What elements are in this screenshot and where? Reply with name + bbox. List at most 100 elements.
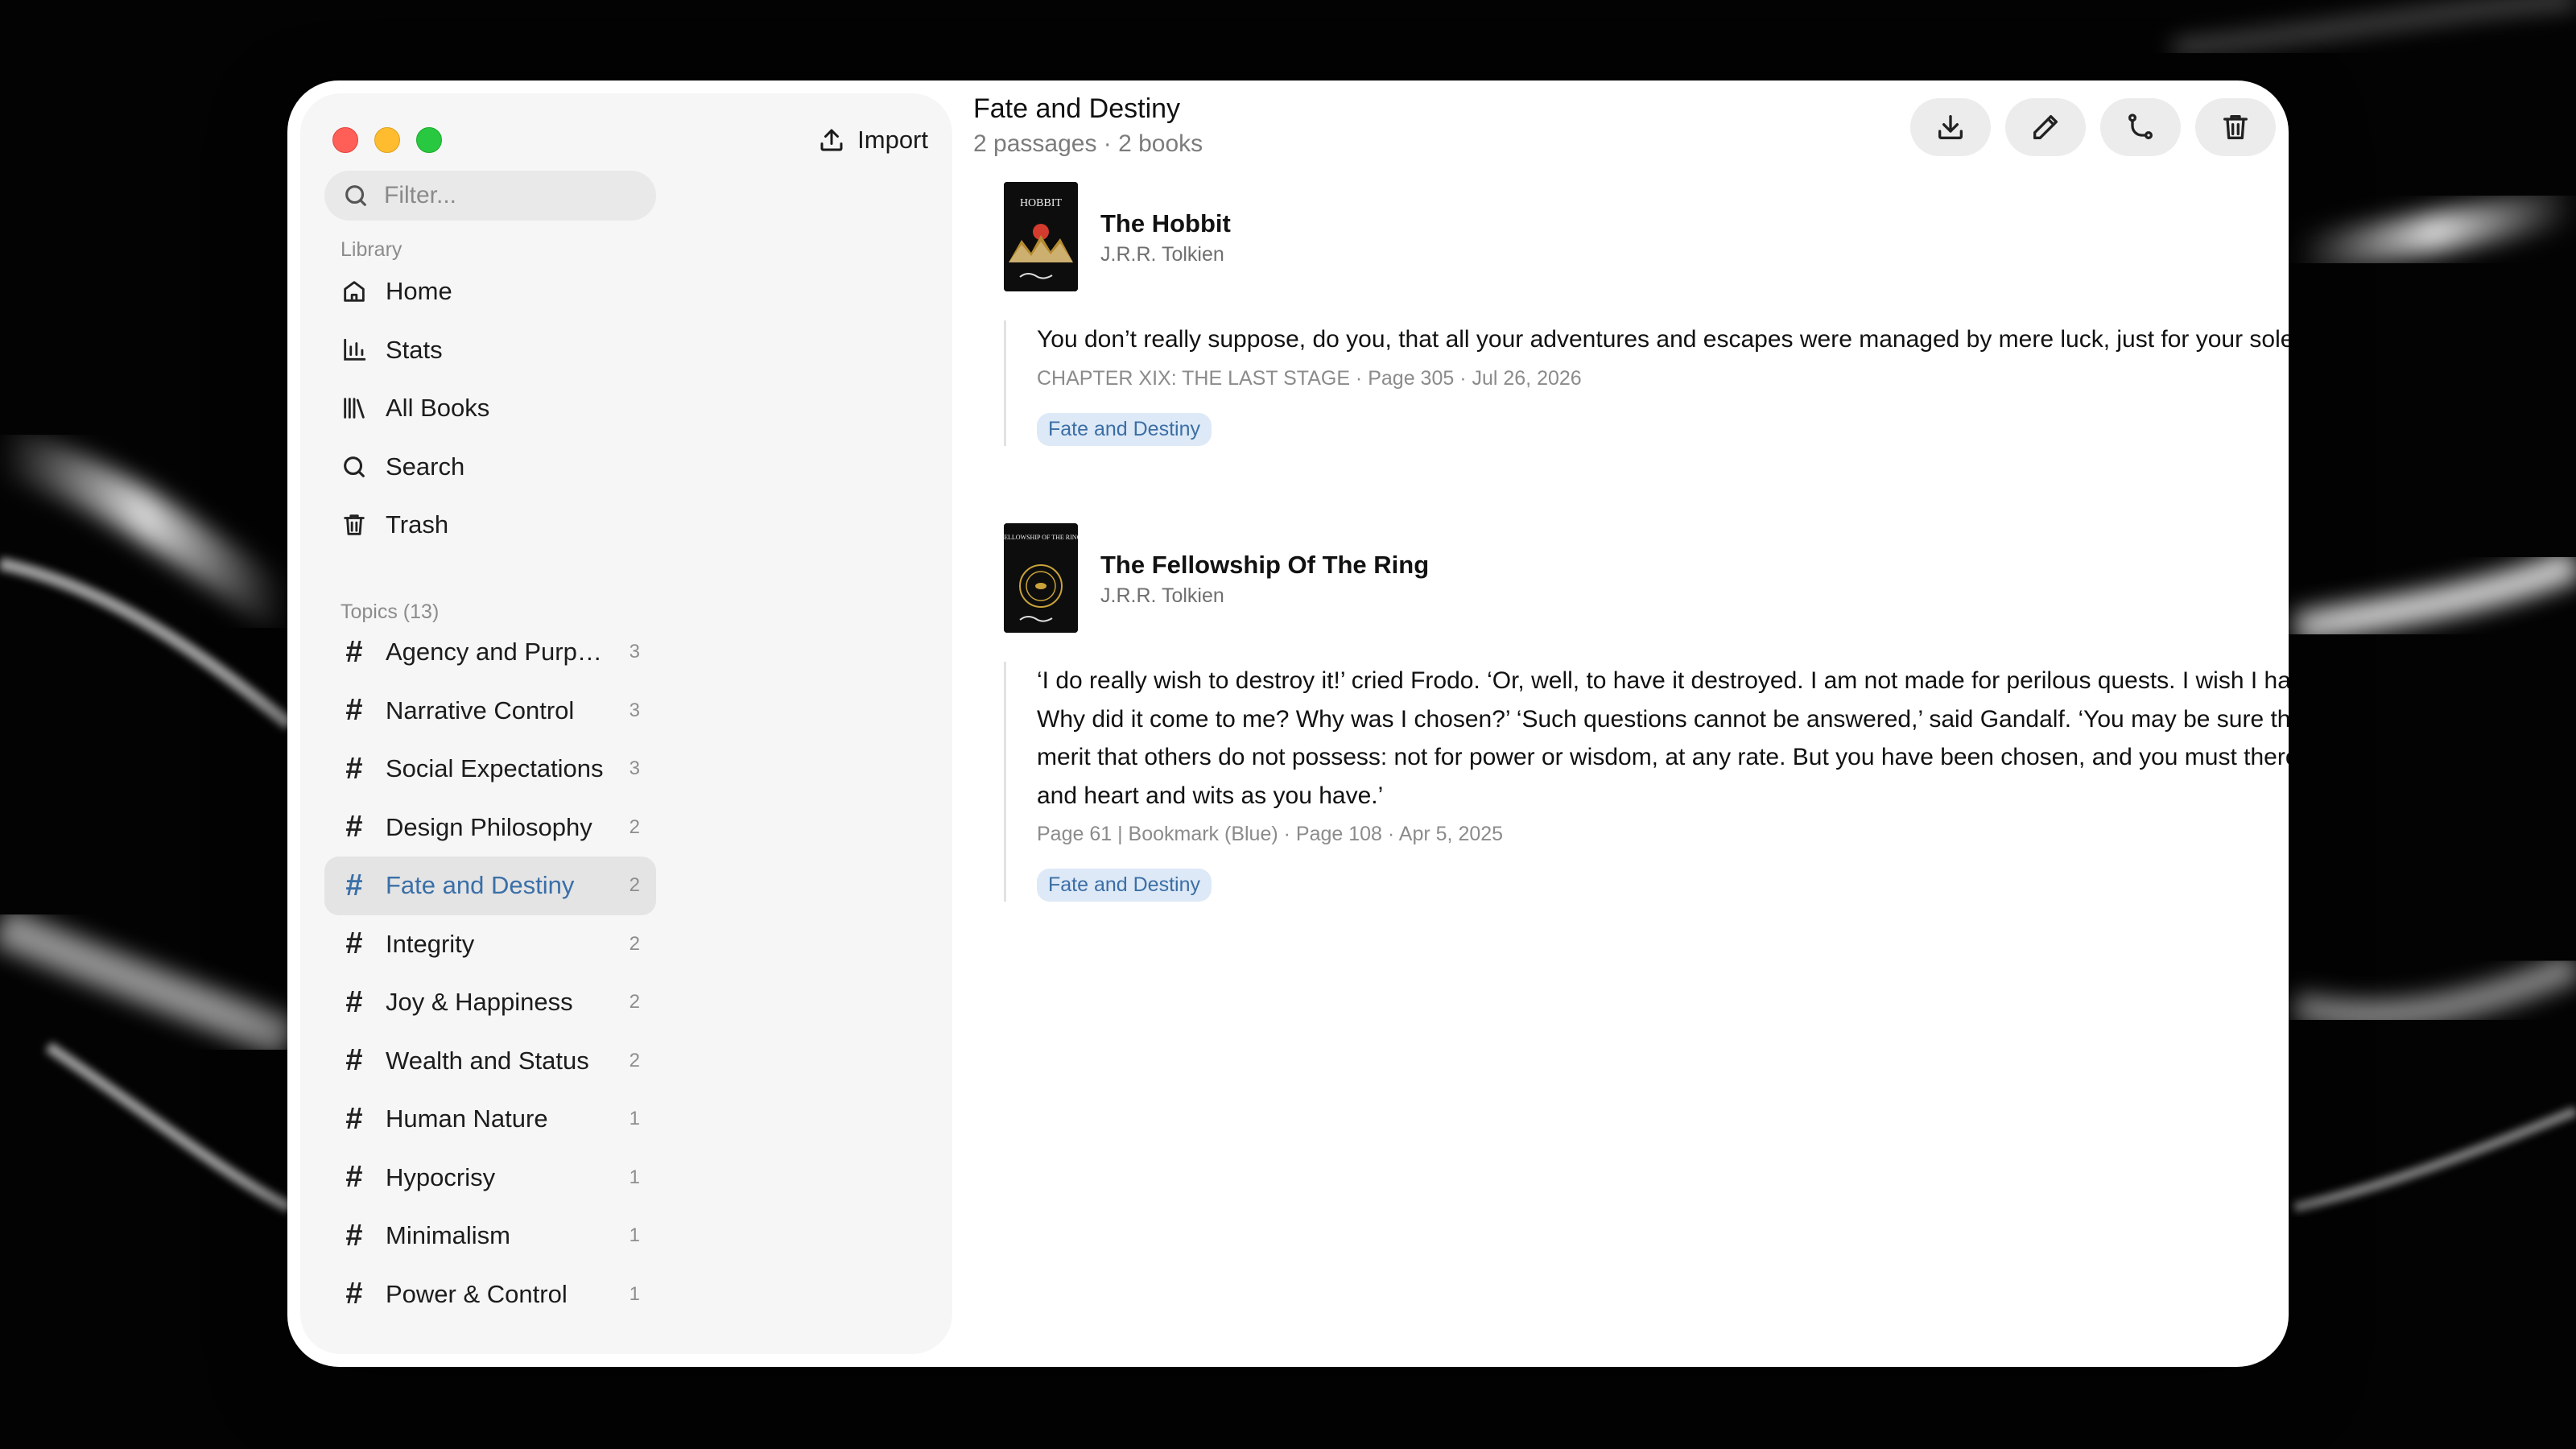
topic-count: 3 [629,641,640,663]
topic-item[interactable]: # Minimalism 1 [324,1207,656,1265]
book-title: The Fellowship Of The Ring [1100,551,1430,579]
topic-count: 3 [629,758,640,780]
topic-item[interactable]: # Social Expectations 3 [324,740,656,799]
topic-count: 1 [629,1224,640,1247]
nav-item-home[interactable]: Home [324,262,656,321]
topic-label: Design Philosophy [386,812,592,841]
book-header[interactable]: HOBBIT The Hobbit J.R.R. Tolkien [1004,182,1231,291]
nav-item-all-books[interactable]: All Books [324,379,656,438]
topic-label: Power & Control [386,1279,568,1308]
passage-text: You don’t really suppose, do you, that a… [1037,326,2289,353]
topic-tag[interactable]: Fate and Destiny [1037,412,1212,446]
hashtag-icon: # [345,1218,363,1253]
book-title: The Hobbit [1100,209,1231,237]
topic-item[interactable]: # Agency and Purpo... 3 [324,623,656,682]
trash-icon [2223,115,2248,139]
window-controls [332,127,442,153]
topic-item[interactable]: # Integrity 2 [324,915,656,974]
filter-input[interactable] [384,182,650,209]
book-author: J.R.R. Tolkien [1100,584,1224,607]
book-header[interactable]: FELLOWSHIP OF THE RING The Fellowship Of… [1004,523,1429,633]
topic-item[interactable]: # Joy & Happiness 2 [324,973,656,1032]
minimize-window-button[interactable] [374,127,400,153]
download-icon [1938,115,1963,139]
topic-label: Fate and Destiny [386,871,575,900]
nav-item-trash[interactable]: Trash [324,496,656,555]
hashtag-icon: # [345,1277,363,1311]
cover-title-text: FELLOWSHIP OF THE RING [1004,534,1078,541]
toolbar [1910,98,2276,156]
book-author: J.R.R. Tolkien [1100,243,1224,266]
filter-field[interactable] [324,171,656,221]
nav-item-label: Stats [386,335,443,364]
topics-section-label: Topics (13) [341,601,440,623]
hashtag-icon: # [345,927,363,961]
passage-card[interactable]: You don’t really suppose, do you, that a… [1004,320,2289,446]
hobbit-cover-art: HOBBIT [1004,182,1078,291]
topic-label: Integrity [386,929,475,958]
topic-tag[interactable]: Fate and Destiny [1037,869,1212,902]
topic-item-selected[interactable]: # Fate and Destiny 2 [324,857,656,915]
sidebar: Import Library Home Stats All Books [300,93,952,1354]
topic-label: Hypocrisy [386,1162,496,1191]
trash-icon [344,514,365,535]
cover-title-text: HOBBIT [1020,197,1063,209]
topic-count: 2 [629,1049,640,1071]
passage-meta: CHAPTER XIX: THE LAST STAGE · Page 305 ·… [1037,366,1582,390]
topic-count: 2 [629,932,640,955]
upload-icon [820,129,843,151]
hashtag-icon: # [345,868,363,902]
topic-count: 1 [629,1108,640,1130]
search-icon [344,456,365,477]
passage-card[interactable]: ‘I do really wish to destroy it!’ cried … [1004,662,2289,902]
maximize-window-button[interactable] [416,127,442,153]
book-cover: FELLOWSHIP OF THE RING [1004,523,1078,633]
edit-button[interactable] [2005,98,2086,156]
app-window: Import Library Home Stats All Books [287,80,2289,1367]
topic-item[interactable]: # Design Philosophy 2 [324,799,656,857]
nav-item-label: Search [386,452,465,481]
passage-text: ‘I do really wish to destroy it!’ cried … [1037,667,2289,809]
hashtag-icon: # [345,751,363,786]
library-section-label: Library [341,238,402,261]
nav-item-label: Home [386,277,452,306]
topic-item[interactable]: # Power & Control 1 [324,1265,656,1324]
hashtag-icon: # [345,1101,363,1136]
nav-item-search[interactable]: Search [324,438,656,497]
hashtag-icon: # [345,1160,363,1195]
topic-label: Narrative Control [386,696,575,724]
topic-item[interactable]: # Human Nature 1 [324,1090,656,1149]
topic-label: Wealth and Status [386,1046,589,1075]
download-button[interactable] [1910,98,1991,156]
stats-icon [344,338,366,361]
nav-item-label: All Books [386,394,490,423]
search-icon [345,185,366,206]
import-button[interactable]: Import [817,121,928,159]
merge-icon [2128,114,2153,139]
topic-count: 2 [629,874,640,897]
merge-button[interactable] [2100,98,2181,156]
home-icon [344,281,365,302]
hashtag-icon: # [345,810,363,844]
hashtag-icon: # [345,693,363,728]
passage-meta: Page 61 | Bookmark (Blue) · Page 108 · A… [1037,823,1504,845]
page-title: Fate and Destiny [973,93,1181,124]
topic-item[interactable]: # Wealth and Status 2 [324,1032,656,1091]
nav-item-stats[interactable]: Stats [324,321,656,380]
hashtag-icon: # [345,1043,363,1078]
topic-count: 3 [629,699,640,721]
topic-item[interactable]: # Hypocrisy 1 [324,1149,656,1208]
topic-count: 1 [629,1282,640,1305]
topics-list: # Agency and Purpo... 3 # Narrative Cont… [324,623,656,1323]
import-label: Import [857,126,928,154]
delete-button[interactable] [2195,98,2276,156]
topic-count: 2 [629,991,640,1013]
topic-count: 2 [629,815,640,838]
hashtag-icon: # [345,634,363,669]
close-window-button[interactable] [332,127,358,153]
nav-item-label: Trash [386,510,449,539]
topic-item[interactable]: # Narrative Control 3 [324,682,656,741]
hashtag-icon: # [345,985,363,1019]
page-subtitle: 2 passages · 2 books [973,130,1203,157]
topic-label: Agency and Purpo... [386,638,612,667]
